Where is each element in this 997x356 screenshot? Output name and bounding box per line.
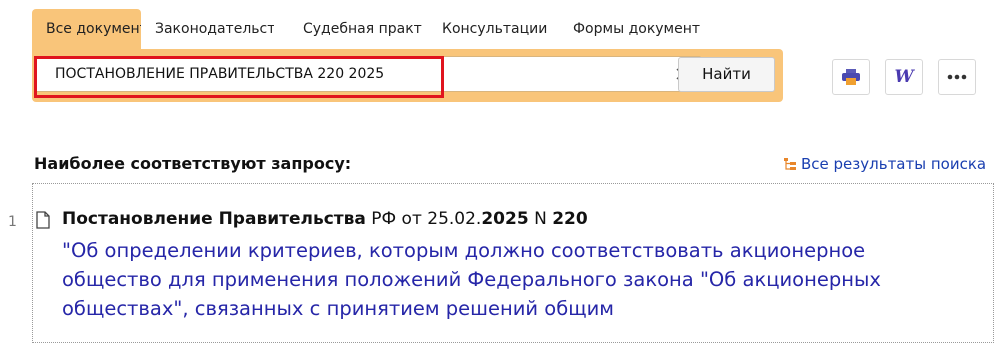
result-snippet-link[interactable]: "Об определении критериев, которым должн…: [62, 236, 942, 323]
word-export-button[interactable]: W: [885, 59, 923, 95]
more-button[interactable]: [938, 59, 976, 95]
find-button[interactable]: Найти: [678, 57, 775, 92]
result-title-number: 220: [552, 209, 588, 229]
tab-consultations[interactable]: Консультации: [422, 9, 555, 49]
all-results-link[interactable]: Все результаты поиска: [783, 155, 986, 173]
tab-all-documents[interactable]: Все документы: [32, 9, 141, 49]
tree-icon: [784, 158, 796, 170]
results-heading: Наиболее соответствуют запросу:: [34, 154, 352, 173]
result-title-n: N: [528, 209, 553, 229]
document-icon: [36, 211, 50, 229]
tab-legislation[interactable]: Законодательств: [141, 9, 274, 49]
result-title[interactable]: Постановление Правительства РФ от 25.02.…: [62, 209, 588, 229]
tab-court-practice[interactable]: Судебная практик: [274, 9, 422, 49]
search-tabs: Все документы Законодательств Судебная п…: [32, 9, 705, 49]
query-highlight-box: [34, 56, 444, 98]
result-title-type: Постановление Правительства: [62, 209, 366, 229]
more-dots-icon: [947, 74, 967, 80]
result-title-year: 2025: [481, 209, 529, 229]
result-title-date: РФ от 25.02.: [365, 209, 482, 229]
print-button[interactable]: [832, 59, 870, 95]
all-results-label[interactable]: Все результаты поиска: [801, 155, 986, 173]
tab-document-forms[interactable]: Формы документ: [555, 9, 705, 49]
result-number: 1: [8, 214, 17, 230]
printer-icon: [842, 69, 860, 85]
word-icon: W: [894, 67, 914, 87]
